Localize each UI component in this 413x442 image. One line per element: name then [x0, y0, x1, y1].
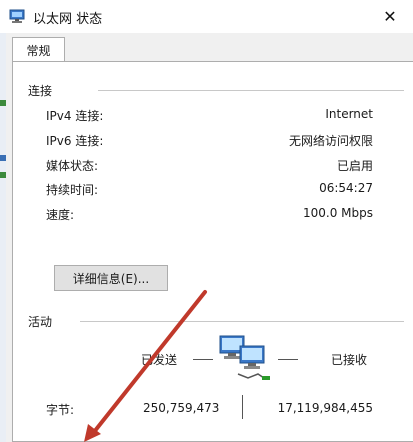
bytes-sent-value: 250,759,473 [143, 401, 220, 415]
network-computers-icon [219, 335, 270, 380]
duration-value: 06:54:27 [319, 181, 373, 195]
media-state-value: 已启用 [336, 159, 373, 173]
details-button[interactable]: 详细信息(E)... [54, 265, 168, 291]
network-adapter-icon [9, 9, 25, 23]
activity-group-title: 活动 [28, 313, 59, 330]
close-button[interactable]: ✕ [367, 0, 413, 33]
ipv6-value: 无网络访问权限 [288, 134, 373, 148]
bytes-received-value: 17,119,984,455 [277, 401, 373, 415]
ipv4-value: Internet [325, 107, 373, 121]
tab-container: 常规 连接 IPv4 连接: Internet IPv6 连接: 无网络访问权限… [6, 33, 413, 442]
speed-label: 速度: [46, 208, 75, 222]
tab-general[interactable]: 常规 [12, 37, 65, 62]
speed-value: 100.0 Mbps [302, 206, 373, 220]
sent-label: 已发送 [141, 353, 178, 367]
group-divider [80, 321, 404, 322]
close-icon: ✕ [383, 7, 397, 26]
activity-separator [242, 395, 243, 419]
general-panel: 连接 IPv4 连接: Internet IPv6 连接: 无网络访问权限 媒体… [12, 61, 413, 442]
ipv6-label: IPv6 连接: [46, 134, 104, 148]
ipv4-label: IPv4 连接: [46, 109, 104, 123]
bytes-label: 字节: [46, 403, 75, 417]
received-dash [278, 359, 298, 360]
duration-label: 持续时间: [46, 183, 99, 197]
connection-group-title: 连接 [28, 82, 59, 99]
group-divider [98, 90, 404, 91]
received-label: 已接收 [331, 353, 368, 367]
sent-dash [193, 359, 213, 360]
media-state-label: 媒体状态: [46, 159, 99, 173]
title-bar[interactable]: 以太网 状态 ✕ [0, 0, 413, 33]
window-title: 以太网 状态 [33, 12, 103, 27]
